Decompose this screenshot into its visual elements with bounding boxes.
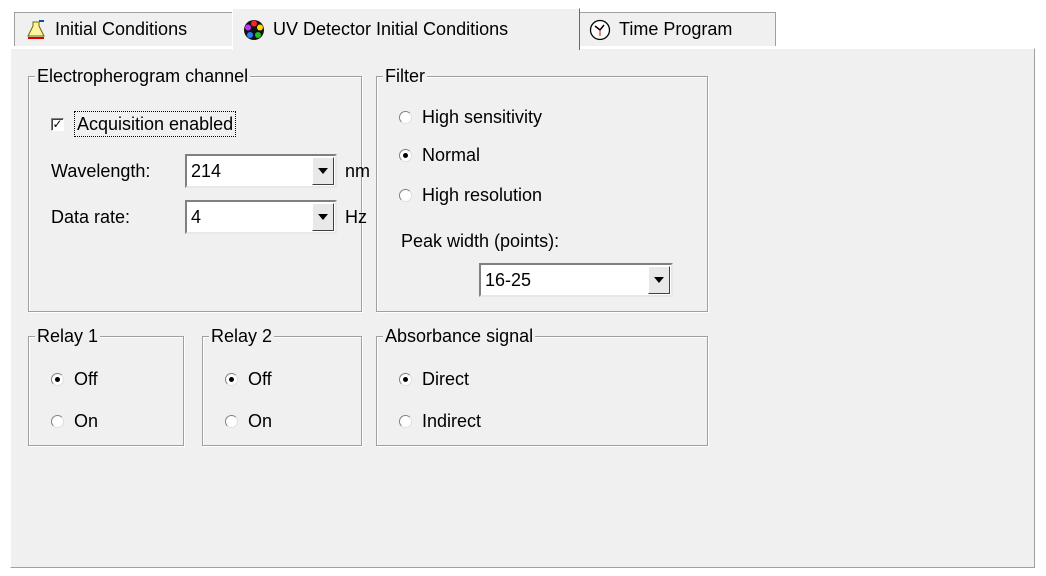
filter-high-resolution-radio[interactable]: High resolution [399,183,542,207]
filter-group: Filter High sensitivity Normal High reso… [376,64,708,312]
electropherogram-channel-group: Electropherogram channel ✓ Acquisition e… [28,64,370,312]
radio-circle[interactable] [51,414,64,428]
data-rate-value: 4 [191,206,202,227]
chevron-down-icon[interactable] [648,266,670,294]
tab-label: Time Program [619,19,733,39]
peak-width-label: Peak width (points): [401,231,560,251]
relay-1-off-radio[interactable]: Off [51,367,98,391]
data-rate-unit: Hz [345,207,367,227]
group-title: Electropherogram channel [35,64,251,88]
peak-width-select[interactable]: 16-25 [479,263,673,297]
wavelength-value: 214 [191,160,222,181]
wavelength-label: Wavelength: [51,161,151,181]
radio-circle[interactable] [399,372,412,386]
filter-high-sensitivity-radio[interactable]: High sensitivity [399,105,542,129]
color-wheel-icon [243,19,265,41]
radio-circle[interactable] [399,148,412,162]
group-title: Absorbance signal [383,324,536,348]
checkbox-label: Acquisition enabled [74,111,237,137]
checkbox-check[interactable]: ✓ [51,117,64,131]
radio-label: On [248,411,273,431]
radio-label: Off [74,369,98,389]
clock-icon [589,19,611,41]
radio-label: High sensitivity [422,107,543,127]
tab-label: Initial Conditions [55,19,188,39]
data-rate-select[interactable]: 4 [185,200,337,234]
tab-uv-detector-initial-conditions[interactable]: UV Detector Initial Conditions [232,8,580,50]
relay-2-on-radio[interactable]: On [225,409,272,433]
radio-label: High resolution [422,185,543,205]
radio-label: Normal [422,145,481,165]
tab-label: UV Detector Initial Conditions [273,19,509,39]
data-rate-label: Data rate: [51,207,131,227]
absorbance-signal-group: Absorbance signal Direct Indirect [376,324,708,446]
radio-circle[interactable] [225,372,238,386]
relay-1-group: Relay 1 Off On [28,324,184,446]
radio-circle[interactable] [399,110,412,124]
wavelength-select[interactable]: 214 [185,154,337,188]
absorbance-indirect-radio[interactable]: Indirect [399,409,481,433]
relay-1-on-radio[interactable]: On [51,409,98,433]
peak-width-value: 16-25 [485,269,532,290]
chevron-down-icon[interactable] [312,157,334,185]
radio-circle[interactable] [51,372,64,386]
tab-time-program[interactable]: Time Program [578,12,776,46]
radio-circle[interactable] [399,414,412,428]
tab-initial-conditions[interactable]: Initial Conditions [14,12,234,46]
relay-2-off-radio[interactable]: Off [225,367,272,391]
radio-circle[interactable] [225,414,238,428]
wavelength-unit: nm [345,161,371,181]
group-title: Filter [383,64,427,88]
filter-normal-radio[interactable]: Normal [399,143,480,167]
radio-label: On [74,411,99,431]
acquisition-enabled-checkbox[interactable]: ✓ Acquisition enabled [51,111,237,137]
group-title: Relay 2 [209,324,275,348]
absorbance-direct-radio[interactable]: Direct [399,367,469,391]
group-title: Relay 1 [35,324,101,348]
radio-label: Indirect [422,411,482,431]
relay-2-group: Relay 2 Off On [202,324,362,446]
flask-icon [25,19,47,41]
radio-circle[interactable] [399,188,412,202]
radio-label: Off [248,369,272,389]
radio-label: Direct [422,369,470,389]
chevron-down-icon[interactable] [312,203,334,231]
